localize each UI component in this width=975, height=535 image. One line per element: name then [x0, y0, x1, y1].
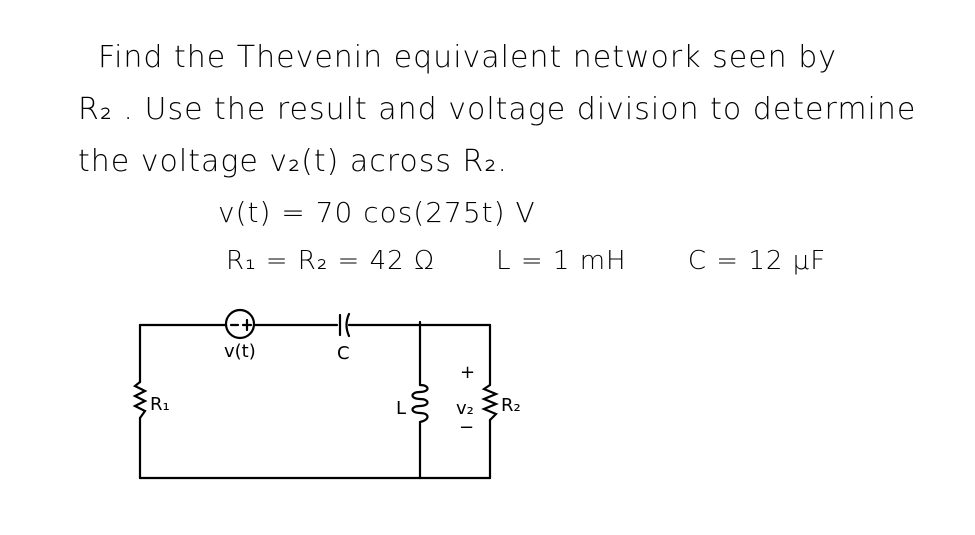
- v2-minus-sign: −: [459, 417, 474, 438]
- v2-label: v₂: [456, 398, 474, 419]
- resistor-r1-icon: [132, 380, 148, 420]
- inductor-icon: [411, 383, 429, 424]
- capacitor-icon: [338, 312, 351, 338]
- r1-label: R₁: [150, 394, 170, 415]
- resistor-r2-icon: [481, 383, 499, 422]
- inductor-label: L: [396, 398, 406, 419]
- capacitor-label: C: [337, 343, 350, 364]
- r2-label: R₂: [501, 395, 521, 416]
- circuit-diagram: R₁ v(t) C L R₂ + v₂ −: [132, 308, 521, 480]
- v2-plus-sign: +: [460, 362, 475, 383]
- voltage-source-icon: [224, 308, 256, 340]
- source-label: v(t): [224, 341, 256, 362]
